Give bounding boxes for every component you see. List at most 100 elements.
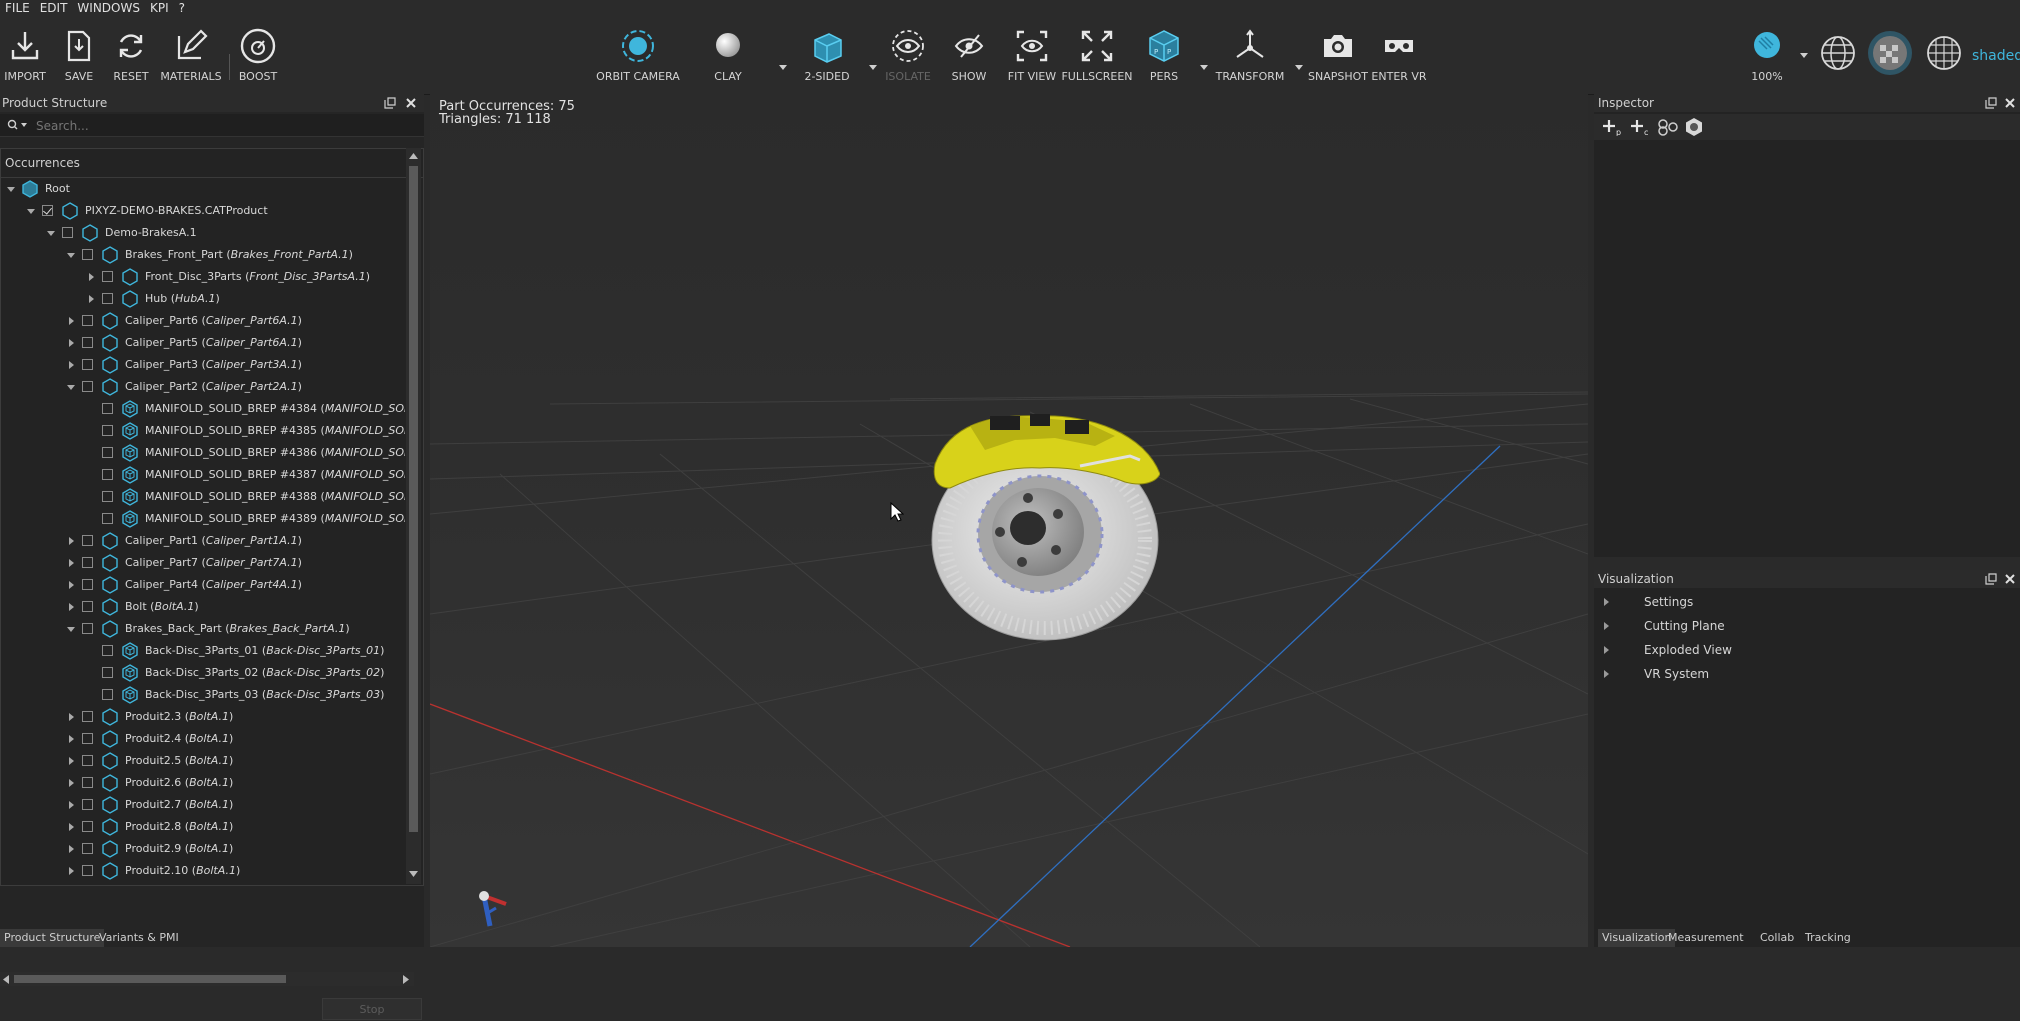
scroll-right-icon[interactable]	[402, 975, 410, 984]
visibility-checkbox[interactable]	[102, 403, 113, 414]
expand-arrow-icon[interactable]	[67, 867, 75, 875]
visibility-checkbox[interactable]	[82, 799, 93, 810]
show-button[interactable]: SHOW	[933, 26, 1005, 83]
tree-row[interactable]: Produit2.10 (BoltA.1)	[1, 860, 405, 882]
exploded-view-section[interactable]: Exploded View	[1594, 639, 2018, 661]
tree-row[interactable]: MANIFOLD_SOLID_BREP #4386 (MANIFOLD_SOLI…	[1, 442, 405, 464]
brake-model[interactable]	[930, 404, 1160, 644]
orbit-camera-button[interactable]: ORBIT CAMERA	[590, 26, 686, 83]
menu-windows[interactable]: WINDOWS	[72, 0, 145, 16]
visibility-checkbox[interactable]	[42, 205, 53, 216]
perspective-button[interactable]: PP PERS	[1128, 26, 1200, 83]
zoom-dropdown-icon[interactable]	[1799, 50, 1809, 60]
material-hex-icon[interactable]	[1684, 117, 1704, 137]
visibility-checkbox[interactable]	[82, 623, 93, 634]
expand-arrow-icon[interactable]	[67, 361, 75, 369]
menu-edit[interactable]: EDIT	[35, 0, 73, 16]
search-input[interactable]	[34, 117, 398, 135]
expand-arrow-icon[interactable]	[67, 713, 75, 721]
tree-horizontal-scrollbar[interactable]	[0, 972, 414, 986]
stop-button[interactable]: Stop	[322, 998, 422, 1020]
visibility-checkbox[interactable]	[82, 579, 93, 590]
visibility-checkbox[interactable]	[102, 469, 113, 480]
visualization-close-icon[interactable]	[2004, 573, 2016, 585]
inspector-undock-icon[interactable]	[1985, 97, 1997, 109]
visibility-checkbox[interactable]	[102, 293, 113, 304]
tree-row[interactable]: Caliper_Part1 (Caliper_Part1A.1)	[1, 530, 405, 552]
collapse-arrow-icon[interactable]	[47, 229, 55, 237]
collapse-arrow-icon[interactable]	[27, 207, 35, 215]
clay-dropdown-icon[interactable]	[778, 62, 788, 72]
expand-arrow-icon[interactable]	[67, 581, 75, 589]
scroll-left-icon[interactable]	[2, 975, 10, 984]
tree-row[interactable]: Brakes_Back_Part (Brakes_Back_PartA.1)	[1, 618, 405, 640]
tree-row[interactable]: Caliper_Part7 (Caliper_Part7A.1)	[1, 552, 405, 574]
tree-row[interactable]: Demo-BrakesA.1	[1, 222, 405, 244]
tree-row[interactable]: Caliper_Part3 (Caliper_Part3A.1)	[1, 354, 405, 376]
tree-row[interactable]: MANIFOLD_SOLID_BREP #4388 (MANIFOLD_SOLI…	[1, 486, 405, 508]
menu-kpi[interactable]: KPI	[145, 0, 174, 16]
tree-row[interactable]: Produit2.9 (BoltA.1)	[1, 838, 405, 860]
tree-row[interactable]: Produit2.4 (BoltA.1)	[1, 728, 405, 750]
visibility-checkbox[interactable]	[82, 777, 93, 788]
close-icon[interactable]	[405, 97, 417, 109]
inspector-close-icon[interactable]	[2004, 97, 2016, 109]
wireframe-globe-icon[interactable]	[1818, 33, 1858, 73]
zoom-button[interactable]: 100%	[1731, 26, 1803, 83]
tree-row[interactable]: MANIFOLD_SOLID_BREP #4389 (MANIFOLD_SOLI…	[1, 508, 405, 530]
tab-collab[interactable]: Collab	[1756, 929, 1798, 947]
tree-row[interactable]: Caliper_Part5 (Caliper_Part6A.1)	[1, 332, 405, 354]
fit-view-button[interactable]: FIT VIEW	[996, 26, 1068, 83]
search-icon[interactable]	[7, 119, 29, 131]
undock-icon[interactable]	[384, 97, 396, 109]
tree-row[interactable]: Caliper_Part4 (Caliper_Part4A.1)	[1, 574, 405, 596]
collapse-arrow-icon[interactable]	[7, 185, 15, 193]
collapse-arrow-icon[interactable]	[67, 251, 75, 259]
visibility-checkbox[interactable]	[82, 821, 93, 832]
two-sided-button[interactable]: 2-SIDED	[791, 26, 863, 83]
tab-measurement[interactable]: Measurement	[1664, 929, 1748, 947]
visibility-checkbox[interactable]	[102, 271, 113, 282]
expand-arrow-icon[interactable]	[67, 537, 75, 545]
tree-row[interactable]: MANIFOLD_SOLID_BREP #4384 (MANIFOLD_SOLI…	[1, 398, 405, 420]
materials-button[interactable]: MATERIALS	[155, 26, 227, 83]
visibility-checkbox[interactable]	[82, 865, 93, 876]
visibility-checkbox[interactable]	[102, 689, 113, 700]
expand-arrow-icon[interactable]	[67, 779, 75, 787]
scroll-down-icon[interactable]	[409, 870, 418, 878]
tree-row[interactable]: Hub (HubA.1)	[1, 288, 405, 310]
visibility-checkbox[interactable]	[82, 337, 93, 348]
tree-row[interactable]: MANIFOLD_SOLID_BREP #4387 (MANIFOLD_SOLI…	[1, 464, 405, 486]
tree-row[interactable]: MANIFOLD_SOLID_BREP #4385 (MANIFOLD_SOLI…	[1, 420, 405, 442]
visibility-checkbox[interactable]	[82, 601, 93, 612]
transform-button[interactable]: TRANSFORM	[1214, 26, 1286, 83]
vr-system-section[interactable]: VR System	[1594, 663, 2018, 685]
tree-row[interactable]: Bolt (BoltA.1)	[1, 596, 405, 618]
expand-arrow-icon[interactable]	[67, 317, 75, 325]
checker-sphere-icon[interactable]	[1866, 29, 1914, 77]
settings-section[interactable]: Settings	[1594, 591, 2018, 613]
boost-button[interactable]: BOOST	[222, 26, 294, 83]
tree-row[interactable]: Produit2.3 (BoltA.1)	[1, 706, 405, 728]
visibility-checkbox[interactable]	[82, 381, 93, 392]
add-property-icon[interactable]: p	[1602, 118, 1624, 136]
visibility-checkbox[interactable]	[82, 557, 93, 568]
expand-arrow-icon[interactable]	[67, 603, 75, 611]
menu-help[interactable]: ?	[174, 0, 190, 16]
visibility-checkbox[interactable]	[82, 755, 93, 766]
expand-arrow-icon[interactable]	[67, 559, 75, 567]
vertical-scroll-thumb[interactable]	[409, 166, 418, 832]
tree-row[interactable]: Produit2.7 (BoltA.1)	[1, 794, 405, 816]
tree-row[interactable]: Root	[1, 178, 405, 200]
tree-row[interactable]: Back-Disc_3Parts_02 (Back-Disc_3Parts_02…	[1, 662, 405, 684]
cutting-plane-section[interactable]: Cutting Plane	[1594, 615, 2018, 637]
collapse-arrow-icon[interactable]	[67, 625, 75, 633]
horizontal-scroll-thumb[interactable]	[14, 975, 286, 983]
expand-arrow-icon[interactable]	[67, 823, 75, 831]
expand-arrow-icon[interactable]	[67, 845, 75, 853]
tree-row[interactable]: Back-Disc_3Parts_03 (Back-Disc_3Parts_03…	[1, 684, 405, 706]
visibility-checkbox[interactable]	[102, 513, 113, 524]
expand-arrow-icon[interactable]	[67, 339, 75, 347]
visibility-checkbox[interactable]	[82, 315, 93, 326]
scroll-up-icon[interactable]	[409, 152, 418, 160]
